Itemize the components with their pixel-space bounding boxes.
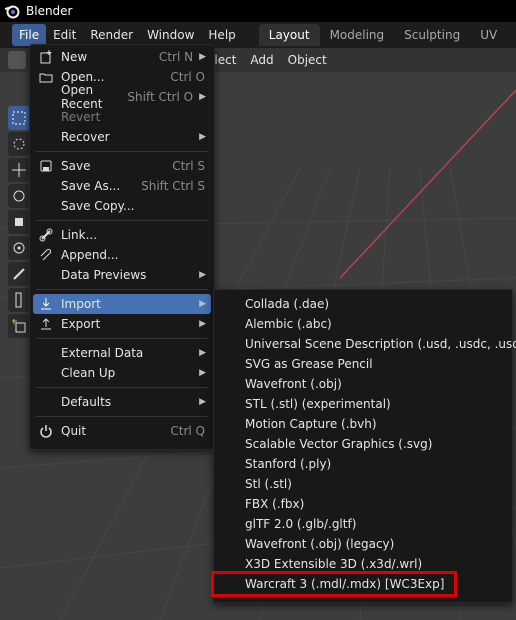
add-cube-icon bbox=[12, 319, 26, 333]
file-new[interactable]: New Ctrl N ▶ bbox=[33, 47, 211, 67]
move-icon bbox=[12, 163, 26, 177]
link-icon bbox=[39, 228, 53, 242]
import-alembic[interactable]: Alembic (.abc) bbox=[245, 314, 332, 334]
tab-modeling[interactable]: Modeling bbox=[320, 24, 395, 46]
menu-window[interactable]: Window bbox=[140, 24, 201, 46]
highlight-box bbox=[211, 571, 457, 597]
x-axis-line bbox=[339, 89, 516, 279]
measure-icon bbox=[15, 292, 22, 308]
menu-help[interactable]: Help bbox=[201, 24, 242, 46]
file-save[interactable]: Save Ctrl S bbox=[33, 156, 211, 176]
select-box-tool[interactable] bbox=[8, 106, 30, 130]
viewport-object-menu[interactable]: Object bbox=[281, 53, 334, 67]
import-icon bbox=[41, 298, 51, 310]
file-menu: New Ctrl N ▶ Open... Ctrl O Open Recent … bbox=[29, 44, 215, 450]
import-stanford-ply[interactable]: Stanford (.ply) bbox=[245, 454, 331, 474]
submenu-arrow-icon: ▶ bbox=[199, 132, 206, 142]
menu-separator bbox=[36, 151, 208, 152]
file-recover[interactable]: Recover ▶ bbox=[33, 127, 211, 147]
blender-logo-icon bbox=[4, 5, 20, 19]
import-stl[interactable]: Stl (.stl) bbox=[245, 474, 292, 494]
annotate-icon bbox=[13, 268, 25, 280]
import-submenu: Collada (.dae) Alembic (.abc) Universal … bbox=[213, 289, 516, 603]
file-save-copy[interactable]: Save Copy... bbox=[33, 196, 211, 216]
submenu-arrow-icon: ▶ bbox=[199, 92, 206, 102]
export-icon bbox=[41, 318, 51, 330]
import-fbx[interactable]: FBX (.fbx) bbox=[245, 494, 304, 514]
folder-open-icon bbox=[39, 73, 53, 83]
submenu-arrow-icon: ▶ bbox=[199, 368, 206, 378]
submenu-arrow-icon: ▶ bbox=[199, 397, 206, 407]
select-box-icon bbox=[12, 111, 26, 125]
file-open-recent[interactable]: Open Recent Shift Ctrl O ▶ bbox=[33, 83, 211, 111]
import-usd[interactable]: Universal Scene Description (.usd, .usdc… bbox=[245, 334, 516, 354]
import-stl-experimental[interactable]: STL (.stl) (experimental) bbox=[245, 394, 391, 414]
measure-tool[interactable] bbox=[8, 288, 30, 312]
add-cube-tool[interactable] bbox=[8, 314, 30, 338]
submenu-arrow-icon: ▶ bbox=[199, 299, 206, 309]
file-save-as[interactable]: Save As... Shift Ctrl S bbox=[33, 176, 211, 196]
file-quit[interactable]: Quit Ctrl Q bbox=[33, 421, 211, 441]
cursor-icon bbox=[13, 138, 25, 150]
import-motion-capture[interactable]: Motion Capture (.bvh) bbox=[245, 414, 377, 434]
viewport-add-menu[interactable]: Add bbox=[243, 53, 280, 67]
annotate-tool[interactable] bbox=[8, 262, 30, 286]
power-icon bbox=[40, 425, 52, 438]
paperclip-icon bbox=[40, 248, 52, 261]
file-append[interactable]: Append... bbox=[33, 245, 211, 265]
menu-separator bbox=[36, 220, 208, 221]
tab-uv-editing[interactable]: UV Editing bbox=[470, 24, 516, 64]
menu-separator bbox=[36, 289, 208, 290]
file-defaults[interactable]: Defaults ▶ bbox=[33, 392, 211, 412]
submenu-arrow-icon: ▶ bbox=[199, 348, 206, 358]
file-link[interactable]: Link... bbox=[33, 225, 211, 245]
scale-tool[interactable] bbox=[8, 210, 30, 234]
window-title: Blender bbox=[26, 4, 73, 18]
file-import[interactable]: Import ▶ bbox=[33, 294, 211, 314]
file-revert: Revert bbox=[61, 110, 101, 124]
menu-render[interactable]: Render bbox=[83, 24, 140, 46]
menu-separator bbox=[36, 387, 208, 388]
submenu-arrow-icon: ▶ bbox=[199, 319, 206, 329]
save-icon bbox=[40, 160, 52, 172]
file-external-data[interactable]: External Data ▶ bbox=[33, 343, 211, 363]
submenu-arrow-icon: ▶ bbox=[199, 270, 206, 280]
import-svg-grease-pencil[interactable]: SVG as Grease Pencil bbox=[245, 354, 373, 374]
tab-layout[interactable]: Layout bbox=[258, 24, 320, 46]
file-clean-up[interactable]: Clean Up ▶ bbox=[33, 363, 211, 383]
import-collada[interactable]: Collada (.dae) bbox=[245, 294, 329, 314]
import-gltf[interactable]: glTF 2.0 (.glb/.gltf) bbox=[245, 514, 356, 534]
tool-shelf bbox=[8, 106, 30, 340]
editor-type-icon[interactable] bbox=[8, 51, 26, 69]
import-wavefront-obj[interactable]: Wavefront (.obj) bbox=[245, 374, 342, 394]
menu-edit[interactable]: Edit bbox=[46, 24, 83, 46]
scale-icon bbox=[15, 218, 23, 226]
menu-separator bbox=[36, 338, 208, 339]
tab-sculpting[interactable]: Sculpting bbox=[394, 24, 470, 46]
file-data-previews[interactable]: Data Previews ▶ bbox=[33, 265, 211, 285]
file-export[interactable]: Export ▶ bbox=[33, 314, 211, 334]
import-svg[interactable]: Scalable Vector Graphics (.svg) bbox=[245, 434, 432, 454]
submenu-arrow-icon: ▶ bbox=[199, 52, 206, 62]
new-file-icon bbox=[40, 50, 52, 64]
transform-icon bbox=[13, 242, 25, 254]
rotate-icon bbox=[13, 190, 25, 202]
menu-file[interactable]: File bbox=[12, 24, 47, 46]
transform-tool[interactable] bbox=[8, 236, 30, 260]
menu-separator bbox=[36, 416, 208, 417]
import-wavefront-obj-legacy[interactable]: Wavefront (.obj) (legacy) bbox=[245, 534, 394, 554]
cursor-tool[interactable] bbox=[8, 132, 30, 156]
rotate-tool[interactable] bbox=[8, 184, 30, 208]
move-tool[interactable] bbox=[8, 158, 30, 182]
title-bar: Blender bbox=[0, 0, 516, 22]
